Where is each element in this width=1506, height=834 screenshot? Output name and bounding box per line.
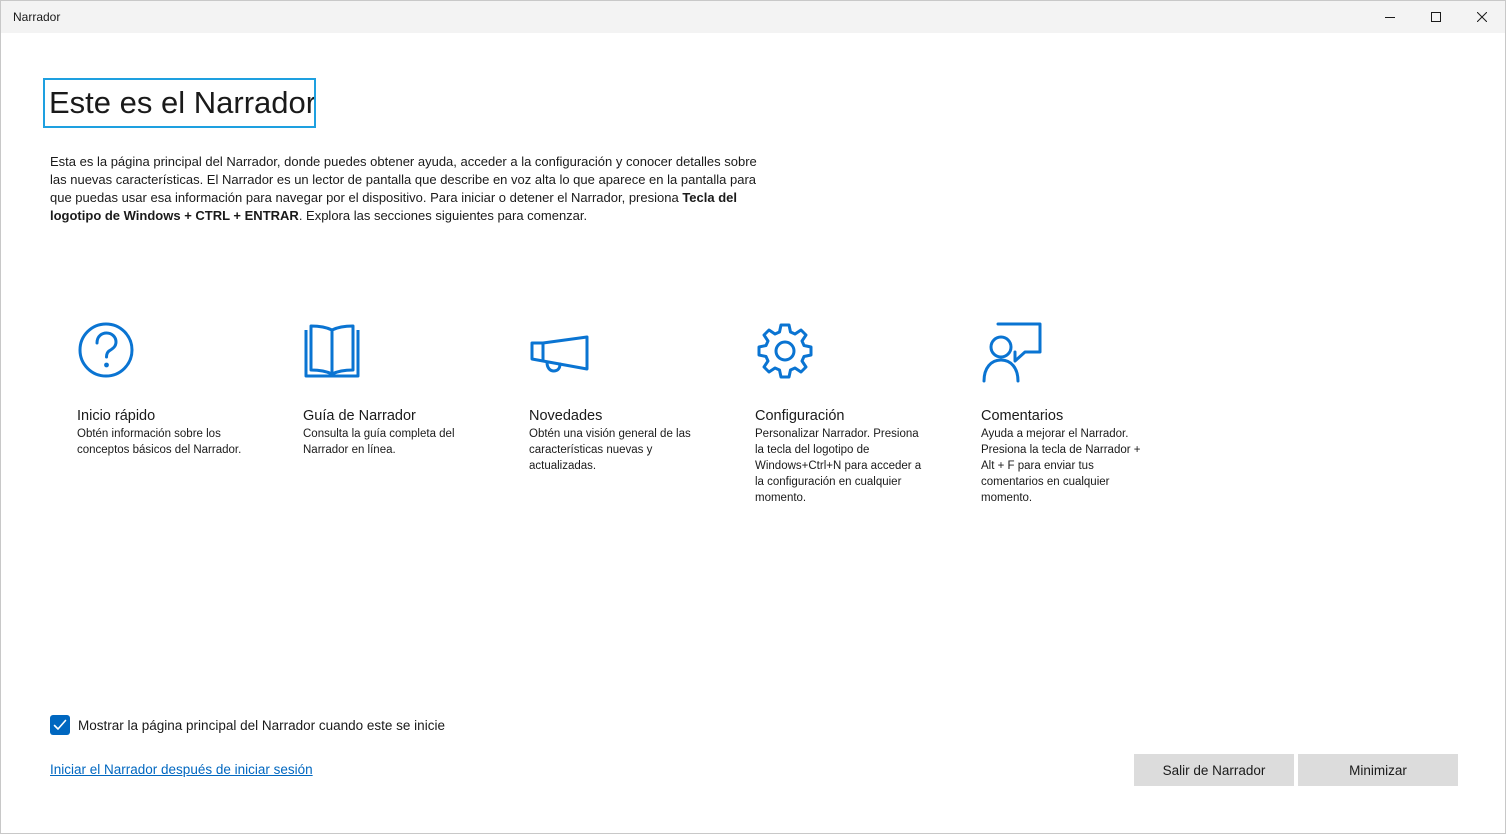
card-description: Consulta la guía completa del Narrador e… [303, 428, 455, 456]
question-circle-icon [77, 321, 139, 383]
title-bar: Narrador [1, 1, 1505, 33]
show-home-checkbox[interactable] [50, 715, 70, 735]
page-title: Este es el Narrador [43, 78, 316, 128]
start-after-signin-link[interactable]: Iniciar el Narrador después de iniciar s… [50, 762, 313, 777]
close-icon [1477, 12, 1487, 22]
card-title: Comentarios [981, 408, 1064, 424]
book-icon [303, 321, 365, 383]
card-settings[interactable]: Configuración Personalizar Narrador. Pre… [755, 321, 925, 506]
card-description: Obtén información sobre los conceptos bá… [77, 428, 242, 456]
narrator-window: Narrador Este es el Narrador Esta es la … [0, 0, 1506, 834]
card-description: Ayuda a mejorar el Narrador. Presiona la… [981, 428, 1141, 504]
feedback-person-icon [981, 321, 1043, 383]
minimize-icon [1385, 17, 1395, 18]
maximize-window-button[interactable] [1413, 1, 1459, 33]
card-description: Personalizar Narrador. Presiona la tecla… [755, 428, 922, 504]
card-title: Guía de Narrador [303, 408, 416, 424]
intro-text-end: . Explora las secciones siguientes para … [298, 208, 588, 223]
intro-paragraph: Esta es la página principal del Narrador… [50, 153, 775, 225]
window-title: Narrador [13, 10, 61, 24]
card-description: Obtén una visión general de las caracter… [529, 428, 691, 472]
card-narrator-guide[interactable]: Guía de Narrador Consulta la guía comple… [303, 321, 473, 458]
card-title: Configuración [755, 408, 845, 424]
intro-text-start: Esta es la página principal del Narrador… [50, 154, 757, 205]
maximize-icon [1431, 12, 1441, 22]
card-whats-new[interactable]: Novedades Obtén una visión general de la… [529, 321, 699, 474]
show-home-checkbox-row[interactable]: Mostrar la página principal del Narrador… [50, 715, 445, 735]
minimize-button[interactable]: Minimizar [1298, 754, 1458, 786]
megaphone-icon [529, 321, 591, 383]
minimize-window-button[interactable] [1367, 1, 1413, 33]
gear-icon [755, 321, 817, 383]
exit-narrator-button[interactable]: Salir de Narrador [1134, 754, 1294, 786]
card-title: Inicio rápido [77, 408, 156, 424]
checkmark-icon [53, 719, 67, 730]
close-window-button[interactable] [1459, 1, 1505, 33]
card-quick-start[interactable]: Inicio rápido Obtén información sobre lo… [77, 321, 247, 458]
card-feedback[interactable]: Comentarios Ayuda a mejorar el Narrador.… [981, 321, 1151, 506]
show-home-checkbox-label: Mostrar la página principal del Narrador… [78, 717, 445, 733]
card-title: Novedades [529, 408, 603, 424]
